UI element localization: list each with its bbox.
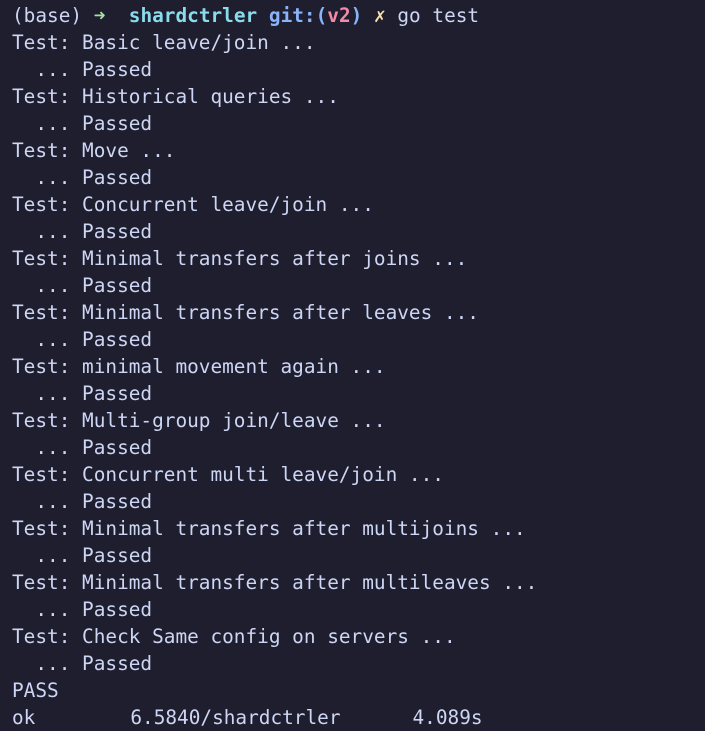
test-label: Test: Minimal transfers after joins ...: [12, 247, 468, 270]
git-branch: v2: [327, 4, 351, 27]
test-result: ... Passed: [12, 652, 153, 675]
test-label: Test: Basic leave/join ...: [12, 31, 316, 54]
ok-status: ok: [12, 706, 36, 729]
git-suffix: ): [350, 4, 363, 27]
test-label: Test: Concurrent multi leave/join ...: [12, 463, 444, 486]
test-result: ... Passed: [12, 58, 153, 81]
test-result: ... Passed: [12, 274, 153, 297]
conda-env: (base): [12, 4, 83, 27]
test-result: ... Passed: [12, 166, 153, 189]
test-label: Test: Minimal transfers after multijoins…: [12, 517, 526, 540]
test-result: ... Passed: [12, 544, 153, 567]
test-label: Test: minimal movement again ...: [12, 355, 386, 378]
test-label: Test: Multi-group join/leave ...: [12, 409, 386, 432]
test-result: ... Passed: [12, 436, 153, 459]
test-label: Test: Historical queries ...: [12, 85, 339, 108]
package-path: 6.5840/shardctrler: [130, 706, 341, 729]
command-text: go test: [397, 4, 480, 27]
test-label: Test: Minimal transfers after multileave…: [12, 571, 538, 594]
test-label: Test: Minimal transfers after leaves ...: [12, 301, 479, 324]
test-result: ... Passed: [12, 112, 153, 135]
git-dirty-icon: ✗: [374, 4, 386, 27]
test-result: ... Passed: [12, 490, 153, 513]
prompt-line: (base) ➜ shardctrler git:(v2) ✗ go test: [12, 2, 705, 29]
test-label: Test: Concurrent leave/join ...: [12, 193, 374, 216]
test-result: ... Passed: [12, 382, 153, 405]
prompt-arrow-icon: ➜: [93, 4, 106, 27]
prompt-directory: shardctrler: [128, 4, 258, 27]
test-label: Test: Check Same config on servers ...: [12, 625, 456, 648]
git-prefix: git:(: [268, 4, 328, 27]
pass-summary: PASS: [12, 679, 59, 702]
test-duration: 4.089s: [412, 706, 483, 729]
test-result: ... Passed: [12, 328, 153, 351]
test-label: Test: Move ...: [12, 139, 176, 162]
terminal-window[interactable]: (base) ➜ shardctrler git:(v2) ✗ go test …: [0, 0, 705, 729]
test-output: Test: Basic leave/join ... ... Passed Te…: [12, 29, 705, 677]
test-result: ... Passed: [12, 598, 153, 621]
test-result: ... Passed: [12, 220, 153, 243]
